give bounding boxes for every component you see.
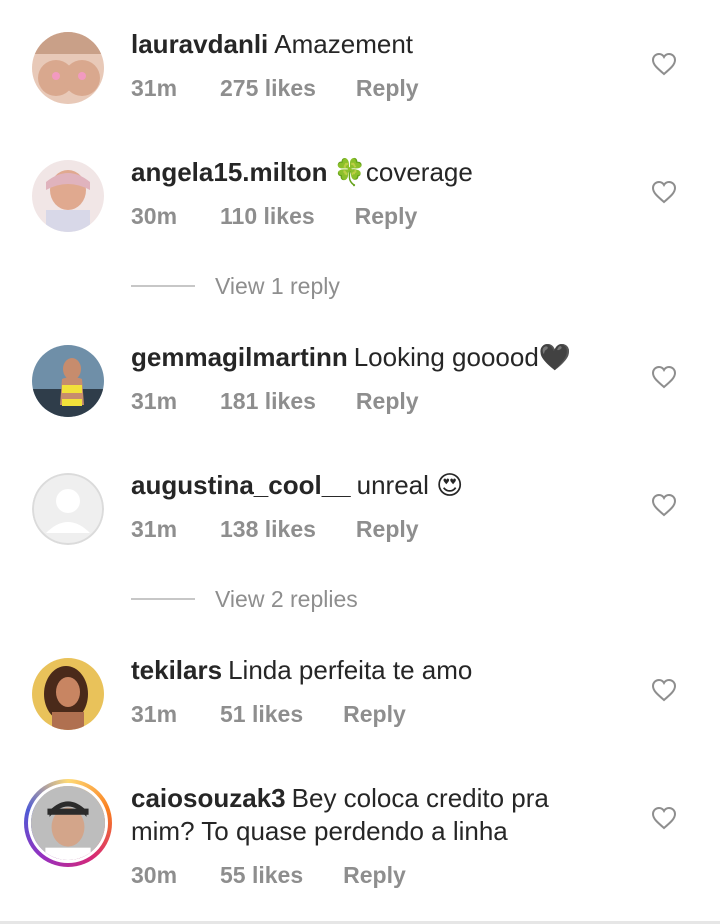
view-replies-button[interactable]: View 2 replies	[131, 584, 358, 614]
likes-count[interactable]: 51 likes	[220, 701, 303, 728]
comment-meta: 30m 110 likes Reply	[131, 203, 417, 230]
view-replies-button[interactable]: View 1 reply	[131, 271, 340, 301]
username[interactable]: tekilars	[131, 655, 222, 685]
avatar	[28, 783, 108, 863]
heart-outline-icon[interactable]	[651, 180, 677, 204]
reply-button[interactable]: Reply	[355, 203, 418, 230]
divider-line	[131, 285, 195, 287]
likes-count[interactable]: 181 likes	[220, 388, 316, 415]
comment-text: augustina_cool__ unreal 😍	[131, 469, 621, 502]
comment-body: Looking gooood🖤	[353, 342, 572, 372]
likes-count[interactable]: 55 likes	[220, 862, 303, 889]
avatar[interactable]	[32, 160, 104, 232]
comment-text: angela15.milton 🍀coverage	[131, 156, 621, 189]
timestamp: 31m	[131, 388, 178, 414]
heart-outline-icon[interactable]	[651, 678, 677, 702]
username[interactable]: caiosouzak3	[131, 783, 286, 813]
comment-text: lauravdanli Amazement	[131, 28, 621, 61]
timestamp: 31m	[131, 75, 178, 101]
comment-body: 🍀coverage	[333, 157, 473, 187]
username[interactable]: lauravdanli	[131, 29, 268, 59]
reply-button[interactable]: Reply	[356, 75, 419, 102]
heart-outline-icon[interactable]	[651, 493, 677, 517]
avatar[interactable]	[32, 473, 104, 545]
comment-text: caiosouzak3 Bey coloca credito pra mim? T…	[131, 782, 591, 848]
timestamp: 30m	[131, 203, 178, 229]
comment-meta: 31m 275 likes Reply	[131, 75, 419, 102]
heart-outline-icon[interactable]	[651, 806, 677, 830]
divider-line	[131, 598, 195, 600]
likes-count[interactable]: 138 likes	[220, 516, 316, 543]
timestamp: 31m	[131, 701, 178, 727]
avatar[interactable]	[32, 658, 104, 730]
comment-body: unreal 😍	[356, 470, 464, 500]
comment-body: Amazement	[274, 29, 414, 59]
reply-button[interactable]: Reply	[343, 701, 406, 728]
heart-outline-icon[interactable]	[651, 52, 677, 76]
username[interactable]: gemmagilmartinn	[131, 342, 348, 372]
timestamp: 30m	[131, 862, 178, 888]
comment-meta: 30m 55 likes Reply	[131, 862, 406, 889]
comment-meta: 31m 138 likes Reply	[131, 516, 419, 543]
timestamp: 31m	[131, 516, 178, 542]
comment-text: gemmagilmartinn Looking gooood🖤	[131, 341, 621, 374]
avatar[interactable]	[32, 32, 104, 104]
reply-button[interactable]: Reply	[343, 862, 406, 889]
username[interactable]: augustina_cool__	[131, 470, 351, 500]
comment-text: tekilars Linda perfeita te amo	[131, 654, 621, 687]
comment-body: Linda perfeita te amo	[228, 655, 473, 685]
reply-button[interactable]: Reply	[356, 516, 419, 543]
comment-meta: 31m 181 likes Reply	[131, 388, 419, 415]
comment-meta: 31m 51 likes Reply	[131, 701, 406, 728]
view-replies-label: View 2 replies	[215, 585, 358, 612]
avatar-story-ring[interactable]	[24, 779, 112, 867]
reply-button[interactable]: Reply	[356, 388, 419, 415]
avatar[interactable]	[32, 345, 104, 417]
likes-count[interactable]: 110 likes	[220, 203, 315, 230]
username[interactable]: angela15.milton	[131, 157, 328, 187]
heart-outline-icon[interactable]	[651, 365, 677, 389]
likes-count[interactable]: 275 likes	[220, 75, 316, 102]
view-replies-label: View 1 reply	[215, 272, 340, 299]
